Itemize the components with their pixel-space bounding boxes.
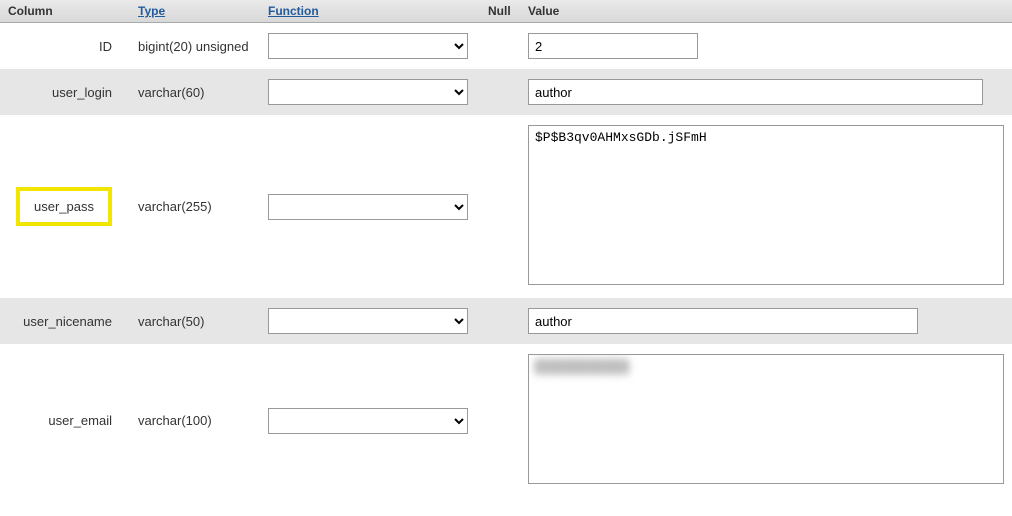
header-value: Value: [520, 0, 1012, 23]
header-row: Column Type Function Null Value: [0, 0, 1012, 23]
value-input[interactable]: [528, 79, 983, 105]
table-row: user_loginvarchar(60): [0, 69, 1012, 115]
column-name: user_email: [0, 344, 130, 497]
header-column: Column: [0, 0, 130, 23]
null-cell: [480, 69, 520, 115]
highlight-box: user_pass: [16, 187, 112, 226]
value-cell: [520, 344, 1012, 497]
column-type: varchar(255): [130, 115, 260, 298]
function-select[interactable]: [268, 194, 468, 220]
null-cell: [480, 298, 520, 344]
value-cell: [520, 69, 1012, 115]
null-cell: [480, 344, 520, 497]
value-cell: [520, 23, 1012, 70]
field-editor-table: Column Type Function Null Value IDbigint…: [0, 0, 1012, 497]
value-cell: [520, 298, 1012, 344]
table-row: IDbigint(20) unsigned: [0, 23, 1012, 70]
column-type: varchar(50): [130, 298, 260, 344]
value-input[interactable]: [528, 308, 918, 334]
table-row: user_pass varchar(255): [0, 115, 1012, 298]
column-type: bigint(20) unsigned: [130, 23, 260, 70]
function-select[interactable]: [268, 308, 468, 334]
function-select[interactable]: [268, 33, 468, 59]
column-type: varchar(100): [130, 344, 260, 497]
value-textarea[interactable]: [528, 125, 1004, 285]
column-name: ID: [0, 23, 130, 70]
column-name: user_pass: [0, 115, 130, 298]
column-name: user_login: [0, 69, 130, 115]
header-function[interactable]: Function: [260, 0, 480, 23]
function-cell: [260, 69, 480, 115]
header-null: Null: [480, 0, 520, 23]
null-cell: [480, 23, 520, 70]
null-cell: [480, 115, 520, 298]
header-type[interactable]: Type: [130, 0, 260, 23]
value-input[interactable]: [528, 33, 698, 59]
function-cell: [260, 115, 480, 298]
function-select[interactable]: [268, 408, 468, 434]
column-name: user_nicename: [0, 298, 130, 344]
table-row: user_nicenamevarchar(50): [0, 298, 1012, 344]
function-cell: [260, 23, 480, 70]
function-cell: [260, 298, 480, 344]
table-row: user_emailvarchar(100): [0, 344, 1012, 497]
function-select[interactable]: [268, 79, 468, 105]
column-type: varchar(60): [130, 69, 260, 115]
value-cell: [520, 115, 1012, 298]
value-textarea[interactable]: [528, 354, 1004, 484]
function-cell: [260, 344, 480, 497]
